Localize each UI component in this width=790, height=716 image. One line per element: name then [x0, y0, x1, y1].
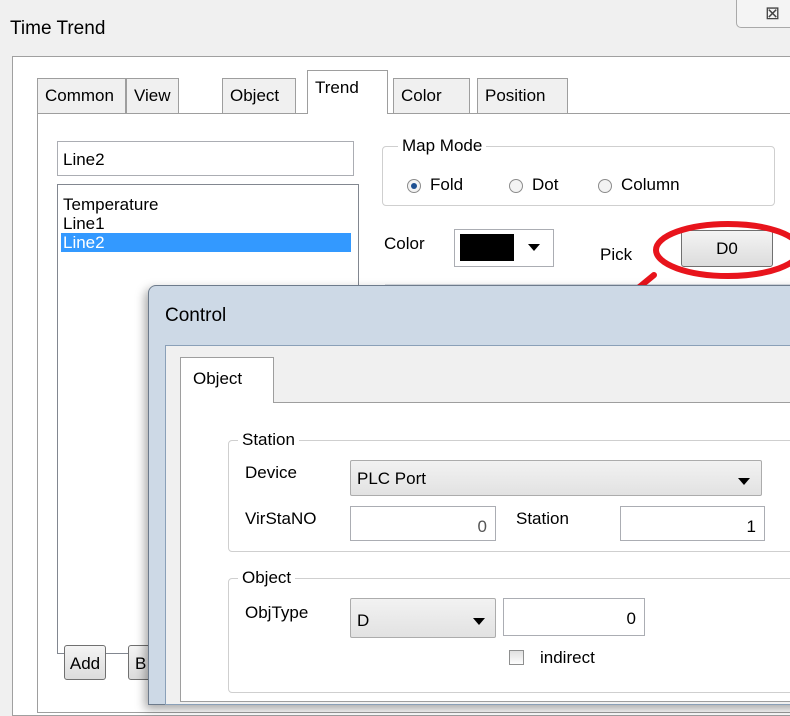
- station-label: Station: [516, 509, 569, 528]
- radio-dot[interactable]: [509, 179, 523, 193]
- tab-common[interactable]: Common: [37, 78, 126, 113]
- chevron-down-icon: [473, 618, 485, 625]
- pick-label: Pick: [600, 245, 633, 264]
- color-swatch: [460, 234, 514, 261]
- chevron-down-icon: [738, 478, 750, 485]
- add-button[interactable]: Add: [64, 645, 106, 680]
- window-title: Time Trend: [10, 18, 106, 39]
- indirect-checkbox[interactable]: [509, 650, 524, 665]
- control-dialog-title: Control: [165, 305, 227, 326]
- address-input[interactable]: 0: [503, 598, 645, 636]
- object-group-label: Object: [238, 568, 296, 588]
- device-select[interactable]: PLC Port: [350, 460, 762, 496]
- radio-fold[interactable]: [407, 179, 421, 193]
- chevron-down-icon: [528, 244, 540, 251]
- list-item-selected[interactable]: Line2: [61, 233, 351, 252]
- tab-object[interactable]: Object: [222, 78, 296, 113]
- station-input[interactable]: 1: [620, 506, 765, 541]
- station-group-label: Station: [238, 430, 299, 450]
- radio-column-label: Column: [621, 175, 680, 194]
- virstano-label: VirStaNO: [245, 509, 317, 528]
- series-name-input[interactable]: Line2: [57, 141, 354, 176]
- tab-object[interactable]: Object: [180, 357, 274, 403]
- tab-position[interactable]: Position: [477, 78, 568, 113]
- tab-view[interactable]: View: [126, 78, 179, 113]
- device-label: Device: [245, 463, 297, 482]
- color-label: Color: [384, 234, 425, 253]
- close-button[interactable]: ⊠: [736, 0, 790, 28]
- radio-dot-label: Dot: [532, 175, 559, 194]
- indirect-label: indirect: [540, 648, 595, 667]
- list-item[interactable]: Temperature: [63, 195, 158, 214]
- tab-color[interactable]: Color: [393, 78, 470, 113]
- tab-trend[interactable]: Trend: [307, 70, 388, 114]
- close-icon: ⊠: [765, 3, 781, 23]
- virstano-input[interactable]: 0: [350, 506, 496, 541]
- objtype-label: ObjType: [245, 603, 309, 622]
- radio-column[interactable]: [598, 179, 612, 193]
- map-mode-label: Map Mode: [398, 136, 487, 156]
- radio-fold-label: Fold: [430, 175, 464, 194]
- list-item[interactable]: Line1: [63, 214, 105, 233]
